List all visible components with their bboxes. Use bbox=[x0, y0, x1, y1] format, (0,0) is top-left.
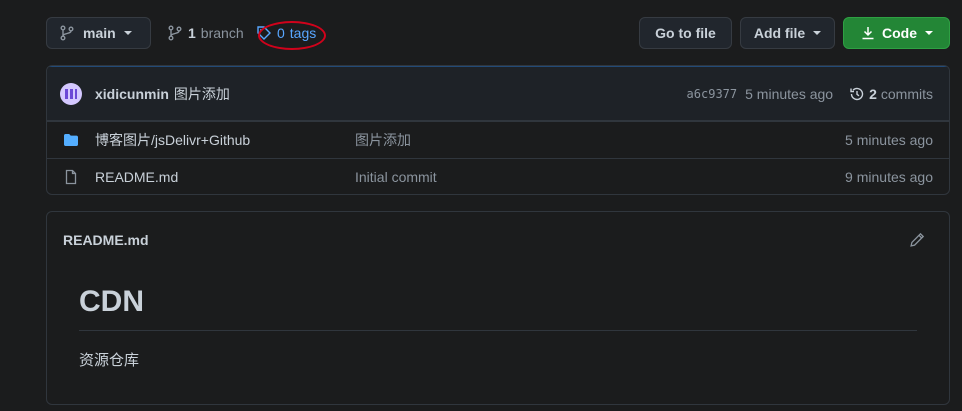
go-to-file-button[interactable]: Go to file bbox=[639, 17, 732, 49]
latest-commit-bar: xidicunmin 图片添加 a6c9377 5 minutes ago 2 … bbox=[47, 66, 949, 121]
file-age: 5 minutes ago bbox=[845, 132, 933, 148]
commit-sha[interactable]: a6c9377 bbox=[687, 87, 738, 101]
commits-link[interactable]: 2 commits bbox=[849, 86, 933, 102]
commit-meta: a6c9377 5 minutes ago 2 commits bbox=[687, 86, 933, 102]
file-row[interactable]: README.md Initial commit 9 minutes ago bbox=[47, 158, 949, 194]
file-commit-message[interactable]: 图片添加 bbox=[355, 130, 411, 150]
file-commit-message[interactable]: Initial commit bbox=[355, 169, 437, 185]
code-button[interactable]: Code bbox=[843, 17, 950, 49]
avatar[interactable] bbox=[60, 82, 82, 105]
chevron-down-icon bbox=[925, 31, 933, 35]
code-label: Code bbox=[882, 25, 917, 41]
git-branch-icon bbox=[168, 25, 182, 41]
readme-paragraph: 资源仓库 bbox=[79, 352, 140, 369]
branch-count: 1 bbox=[188, 25, 196, 41]
add-file-label: Add file bbox=[753, 25, 806, 41]
commit-count: 2 bbox=[869, 85, 877, 102]
commit-age: 5 minutes ago bbox=[745, 85, 834, 102]
download-icon bbox=[862, 27, 874, 40]
file-name[interactable]: 博客图片/jsDelivr+Github bbox=[95, 130, 355, 150]
readme-content: CDN 资源仓库 bbox=[47, 268, 949, 370]
file-row[interactable]: 博客图片/jsDelivr+Github 图片添加 5 minutes ago bbox=[47, 121, 949, 158]
file-icon bbox=[65, 169, 77, 185]
readme-header: README.md bbox=[47, 212, 949, 268]
commit-text: commits bbox=[880, 85, 933, 102]
add-file-button[interactable]: Add file bbox=[740, 17, 835, 49]
file-name[interactable]: README.md bbox=[95, 169, 355, 185]
chevron-down-icon bbox=[123, 31, 132, 35]
branches-link[interactable]: 1 branch bbox=[167, 17, 244, 49]
folder-icon bbox=[64, 134, 78, 146]
commit-author[interactable]: xidicunmin bbox=[95, 86, 169, 102]
readme-panel: README.md CDN 资源仓库 bbox=[46, 211, 950, 405]
chevron-down-icon bbox=[813, 31, 822, 35]
file-age: 9 minutes ago bbox=[845, 169, 933, 185]
readme-heading: CDN bbox=[79, 284, 917, 331]
branch-select-button[interactable]: main bbox=[46, 17, 151, 49]
git-branch-icon bbox=[60, 25, 74, 41]
annotation-ellipse bbox=[258, 21, 326, 50]
branch-text: branch bbox=[200, 25, 244, 41]
readme-title[interactable]: README.md bbox=[63, 232, 149, 248]
history-icon bbox=[850, 87, 864, 100]
pencil-icon[interactable] bbox=[909, 232, 925, 248]
file-list: xidicunmin 图片添加 a6c9377 5 minutes ago 2 … bbox=[46, 65, 950, 195]
repo-toolbar: main 1 branch 0 tags Go to file Add file… bbox=[46, 17, 950, 50]
branch-name: main bbox=[83, 25, 116, 41]
commit-message[interactable]: 图片添加 bbox=[174, 84, 230, 104]
